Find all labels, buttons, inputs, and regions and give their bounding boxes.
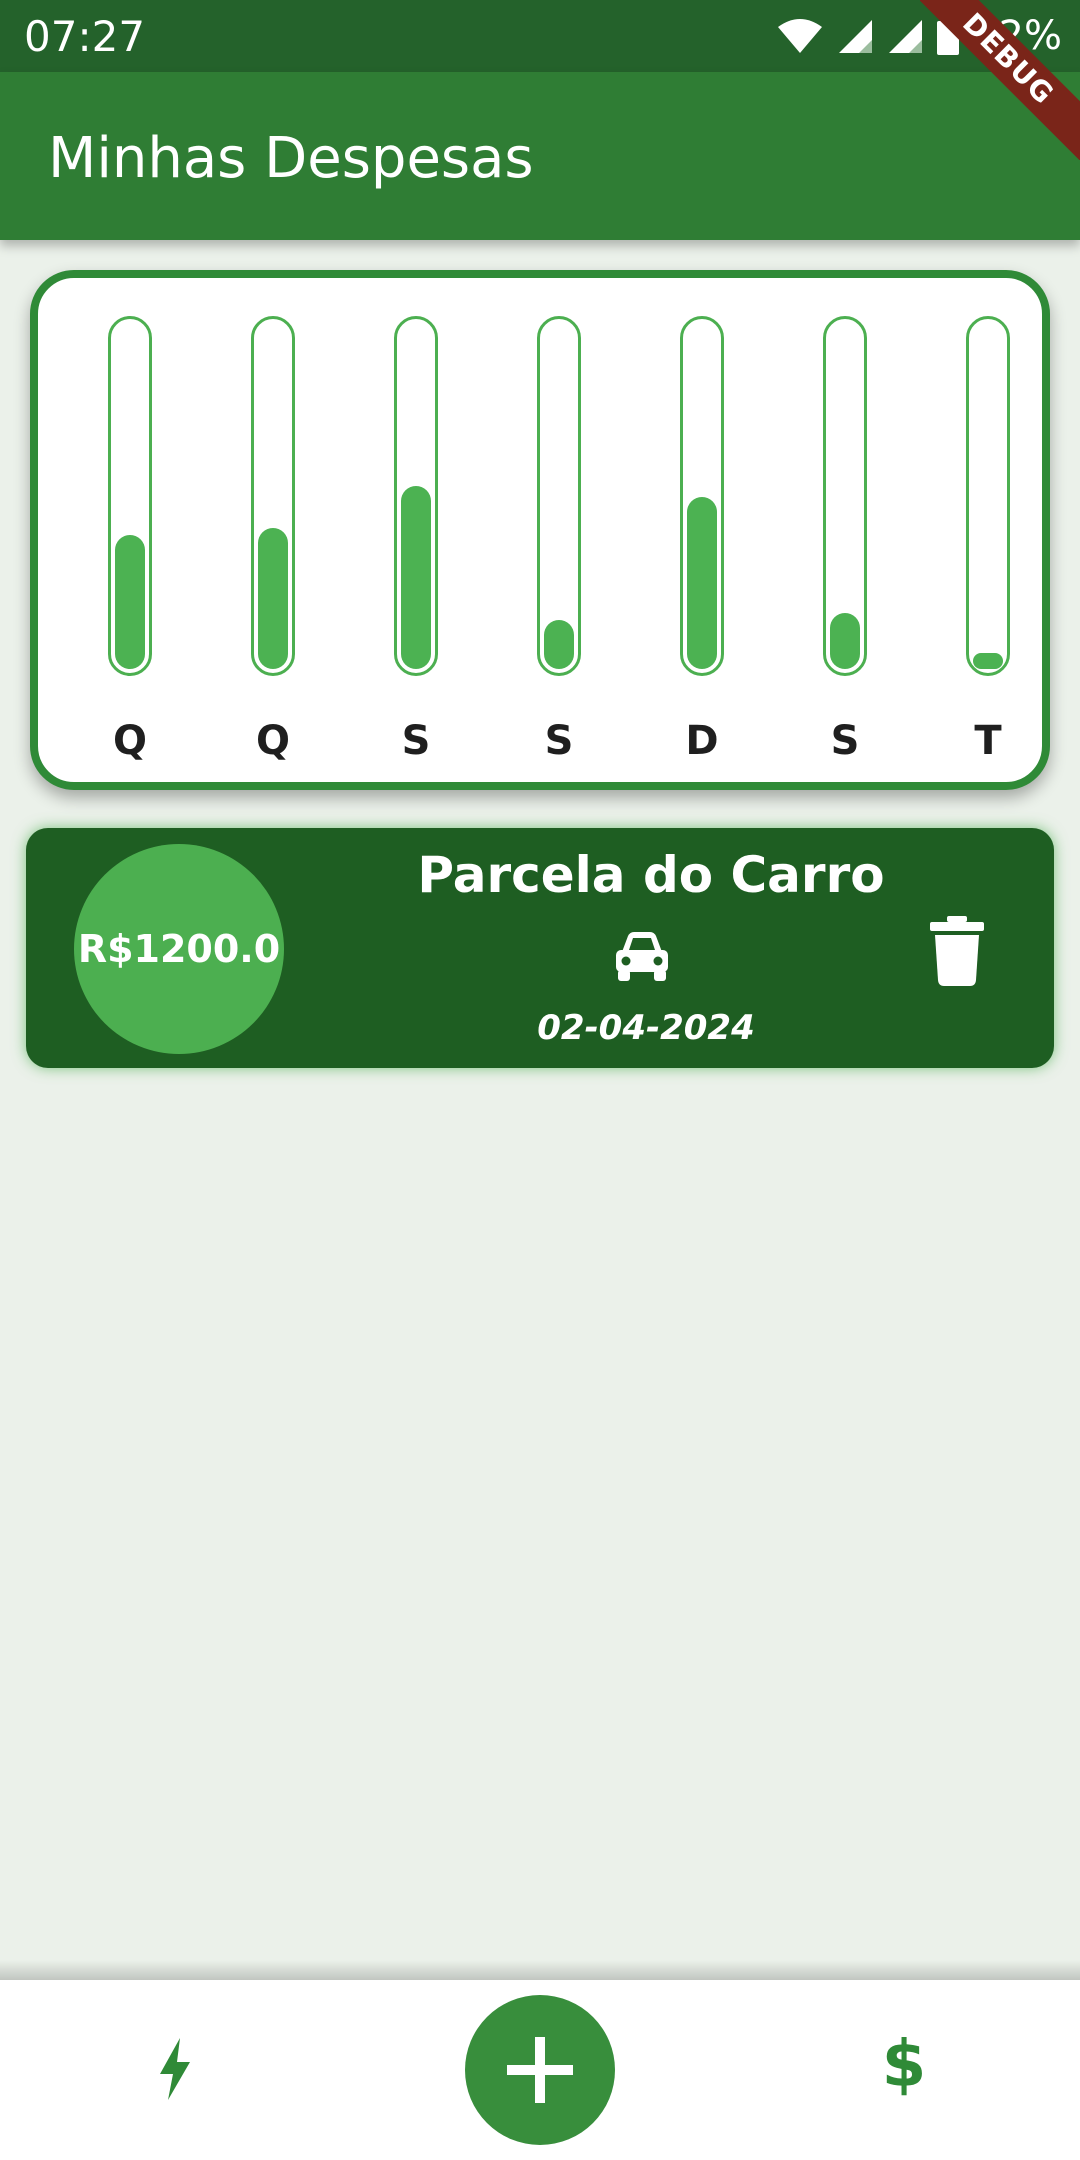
chart-bar-column: Q bbox=[213, 278, 333, 782]
plus-icon bbox=[507, 2037, 573, 2103]
chart-bar-track bbox=[251, 316, 295, 676]
chart-bar-column: T bbox=[928, 278, 1048, 782]
delete-button[interactable] bbox=[926, 916, 988, 986]
chart-bar bbox=[115, 535, 145, 669]
wifi-icon bbox=[777, 18, 823, 54]
chart-bar-column: S bbox=[785, 278, 905, 782]
expense-amount: R$1200.0 bbox=[77, 927, 281, 971]
chart-bar bbox=[544, 620, 574, 669]
chart-bar-label: S bbox=[830, 718, 860, 764]
chart-bar-column: D bbox=[642, 278, 762, 782]
chart-bar bbox=[973, 653, 1003, 669]
expense-card: R$1200.0 Parcela do Carro 02-04-2024 bbox=[26, 828, 1054, 1068]
signal-icon bbox=[887, 18, 923, 54]
trash-icon bbox=[930, 916, 984, 986]
chart-bar-column: S bbox=[356, 278, 476, 782]
amount-badge: R$1200.0 bbox=[74, 844, 284, 1054]
page-title: Minhas Despesas bbox=[48, 126, 534, 191]
expense-title: Parcela do Carro bbox=[417, 846, 885, 904]
chart-bar-label: S bbox=[544, 718, 574, 764]
chart-bar-track bbox=[823, 316, 867, 676]
chart-bar-label: D bbox=[685, 718, 719, 764]
dollar-icon: $ bbox=[881, 2028, 927, 2102]
bottom-nav-shadow bbox=[0, 1960, 1080, 1980]
bottom-nav: $ bbox=[0, 1980, 1080, 2160]
chart-bar-label: S bbox=[401, 718, 431, 764]
chart-bar bbox=[830, 613, 860, 669]
chart-bar-track bbox=[537, 316, 581, 676]
add-expense-button[interactable] bbox=[465, 1995, 615, 2145]
chart-bar-track bbox=[966, 316, 1010, 676]
dollar-button[interactable]: $ bbox=[880, 2032, 928, 2098]
chart-bar-label: Q bbox=[255, 718, 290, 764]
debug-ribbon-wrap: DEBUG bbox=[920, 0, 1080, 160]
chart-bar-column: Q bbox=[70, 278, 190, 782]
chart-bar bbox=[401, 486, 431, 669]
chart-bar bbox=[687, 497, 717, 669]
chart-bar-track bbox=[108, 316, 152, 676]
weekly-chart-card: QQSSDST bbox=[30, 270, 1050, 790]
app-bar: Minhas Despesas bbox=[0, 72, 1080, 240]
chart-bars: QQSSDST bbox=[38, 278, 1042, 782]
car-icon bbox=[612, 930, 672, 982]
expense-date: 02-04-2024 bbox=[537, 1008, 755, 1048]
chart-bar-column: S bbox=[499, 278, 619, 782]
chart-bar-track bbox=[394, 316, 438, 676]
chart-bar-label: T bbox=[974, 718, 1002, 764]
status-bar: 07:27 72% bbox=[0, 0, 1080, 72]
chart-bar-label: Q bbox=[112, 718, 147, 764]
lightning-icon bbox=[160, 2038, 190, 2100]
status-time: 07:27 bbox=[24, 12, 146, 61]
lightning-button[interactable] bbox=[150, 2036, 200, 2102]
chart-bar bbox=[258, 528, 288, 669]
chart-bar-track bbox=[680, 316, 724, 676]
signal-icon bbox=[837, 18, 873, 54]
debug-banner: DEBUG bbox=[920, 0, 1080, 160]
